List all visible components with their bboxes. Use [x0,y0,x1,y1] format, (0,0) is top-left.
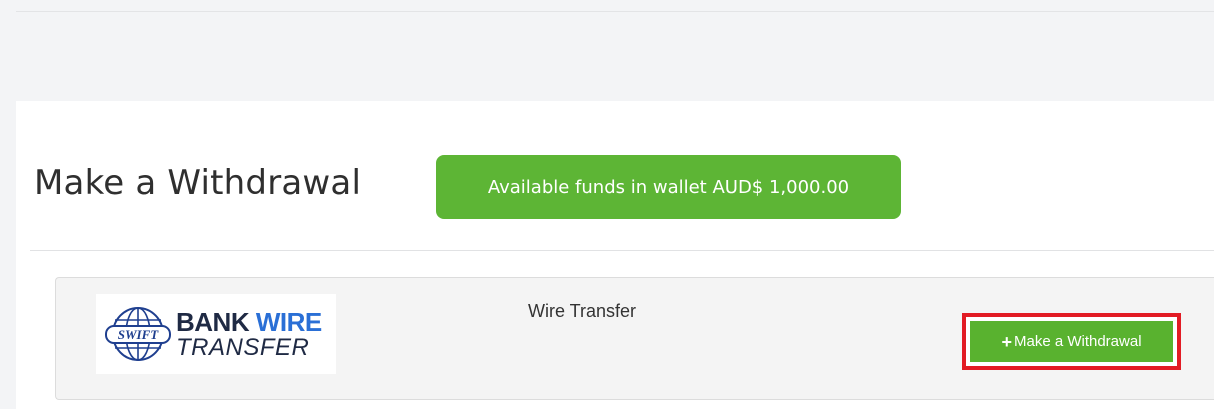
withdraw-button-highlight: + Make a Withdrawal [962,313,1181,370]
logo-transfer-text: TRANSFER [176,333,310,361]
logo-bank-text: BANK [176,306,250,337]
logo-wordmark: BANK WIRE TRANSFER [176,309,322,360]
page-title: Make a Withdrawal [34,163,362,203]
heading-divider [30,250,1214,251]
make-withdrawal-button-label: Make a Withdrawal [1013,333,1142,350]
logo-wire-text: WIRE [255,306,322,337]
heading-row: Make a Withdrawal Available funds in wal… [16,101,1214,251]
swift-globe-icon: SWIFT [105,307,171,361]
svg-text:SWIFT: SWIFT [118,327,160,342]
make-withdrawal-button[interactable]: + Make a Withdrawal [970,321,1173,362]
plus-icon: + [1001,331,1012,352]
withdrawal-method-card: SWIFT BANK WIRE TRANSFER Wire Transfer +… [55,277,1214,400]
bank-wire-transfer-logo: SWIFT BANK WIRE TRANSFER [96,294,336,374]
top-divider [16,11,1214,12]
content-panel: Make a Withdrawal Available funds in wal… [16,101,1214,409]
available-funds-badge: Available funds in wallet AUD$ 1,000.00 [436,155,901,219]
method-name: Wire Transfer [528,301,637,321]
